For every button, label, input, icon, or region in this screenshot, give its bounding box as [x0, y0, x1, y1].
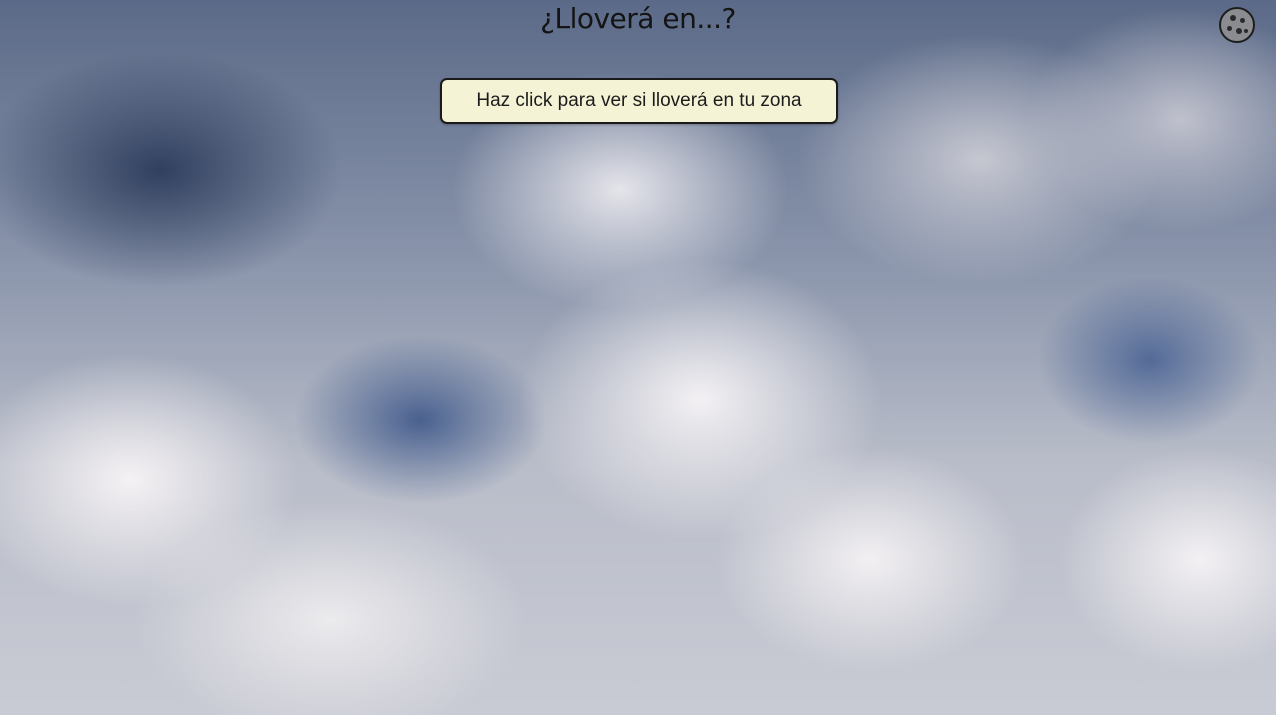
check-rain-button[interactable]: Haz click para ver si lloverá en tu zona — [440, 78, 838, 124]
cookie-chip — [1227, 26, 1232, 31]
cookie-chip — [1230, 15, 1236, 21]
cookie-chip — [1240, 18, 1245, 23]
cookie-icon[interactable] — [1219, 7, 1255, 43]
page-title: ¿Lloverá en...? — [540, 2, 736, 35]
cookie-chip — [1236, 28, 1242, 34]
cookie-chip — [1244, 29, 1248, 33]
